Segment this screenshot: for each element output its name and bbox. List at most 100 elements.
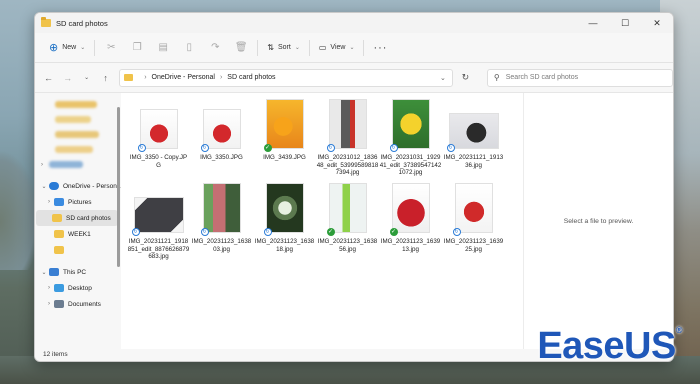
more-options-button[interactable]: ··· bbox=[367, 37, 393, 59]
sidebar-item-onedrive[interactable]: ⌄ OneDrive - Persona bbox=[35, 178, 121, 194]
sidebar-item-documents[interactable]: › Documents bbox=[35, 296, 121, 312]
file-tile[interactable]: ↻ IMG_20231123_163818.jpg bbox=[253, 181, 316, 265]
sync-pending-icon: ↻ bbox=[200, 228, 209, 236]
thumbnail-frame: ↻ bbox=[253, 181, 316, 236]
toolbar-divider bbox=[257, 39, 259, 56]
sort-icon: ⇅ bbox=[267, 43, 274, 52]
copy-button[interactable]: ❐ bbox=[124, 37, 150, 59]
photo-thumbnail bbox=[265, 99, 304, 149]
sidebar-item-desktop[interactable]: › Desktop bbox=[35, 280, 121, 296]
trash-icon: 🗑 bbox=[234, 42, 248, 53]
window-controls: — ☐ ✕ bbox=[577, 13, 673, 33]
chevron-down-icon[interactable]: ⌄ bbox=[440, 74, 446, 82]
file-tile[interactable]: ↻ IMG_3350.JPG bbox=[190, 97, 253, 181]
refresh-button[interactable]: ↻ bbox=[456, 69, 475, 87]
new-button[interactable]: ⊕ New ⌄ bbox=[43, 37, 91, 59]
chevron-down-icon[interactable]: ⌄ bbox=[39, 183, 49, 190]
thumbnail-frame: ↻ bbox=[127, 97, 190, 152]
folder-icon bbox=[124, 74, 134, 81]
thumbnail-frame: ✓ bbox=[316, 181, 379, 236]
folder-icon bbox=[54, 230, 64, 238]
view-button[interactable]: ▭ View ⌄ bbox=[313, 37, 361, 59]
share-button[interactable]: ↷ bbox=[202, 37, 228, 59]
file-tile[interactable]: ✓ IMG_20231123_163856.jpg bbox=[316, 181, 379, 265]
sidebar-item-unnamed-folder[interactable] bbox=[35, 242, 121, 258]
folder-icon bbox=[52, 214, 62, 222]
toolbar-divider bbox=[94, 39, 96, 56]
sidebar-item-label: Pictures bbox=[68, 198, 92, 206]
chevron-right-icon[interactable]: › bbox=[44, 301, 54, 307]
cloud-icon bbox=[49, 182, 59, 190]
sidebar-item-label: OneDrive - Persona bbox=[63, 182, 121, 190]
search-input[interactable]: ⚲ Search SD card photos bbox=[486, 68, 673, 87]
sync-pending-icon: ↻ bbox=[200, 144, 209, 152]
sync-pending-icon: ↻ bbox=[263, 228, 272, 236]
thumbnail-frame: ↻ bbox=[442, 97, 505, 152]
sidebar-item-label: Documents bbox=[68, 300, 101, 308]
available-checkmark-icon: ✓ bbox=[389, 228, 398, 236]
sync-pending-icon: ↻ bbox=[452, 228, 461, 236]
breadcrumb-onedrive[interactable]: OneDrive - Personal bbox=[152, 74, 215, 81]
recent-locations-button[interactable]: ⌄ bbox=[77, 68, 96, 88]
item-count: 12 items bbox=[43, 351, 68, 358]
thumbnail-frame: ✓ bbox=[379, 181, 442, 236]
pictures-folder-icon bbox=[54, 198, 64, 206]
back-button[interactable]: ← bbox=[39, 68, 58, 88]
thumbnail-frame: ↻ bbox=[379, 97, 442, 152]
copy-icon: ❐ bbox=[132, 42, 142, 53]
paste-button[interactable]: ▤ bbox=[150, 37, 176, 59]
minimize-button[interactable]: — bbox=[577, 13, 609, 33]
cut-button[interactable]: ✂ bbox=[98, 37, 124, 59]
chevron-down-icon[interactable]: ⌄ bbox=[39, 269, 49, 276]
file-tile[interactable]: ↻ IMG_3350 - Copy.JPG bbox=[127, 97, 190, 181]
up-button[interactable]: ↑ bbox=[96, 68, 115, 88]
close-button[interactable]: ✕ bbox=[641, 13, 673, 33]
share-icon: ↷ bbox=[211, 42, 220, 53]
file-name: IMG_20231012_183648_edit_539995898187394… bbox=[316, 154, 379, 177]
rename-icon: ▯ bbox=[186, 42, 193, 53]
available-checkmark-icon: ✓ bbox=[263, 144, 272, 152]
breadcrumb-sd-card-photos[interactable]: SD card photos bbox=[227, 74, 275, 81]
sync-pending-icon: ↻ bbox=[326, 144, 335, 152]
chevron-right-icon[interactable]: › bbox=[44, 199, 54, 205]
sort-button[interactable]: ⇅ Sort ⌄ bbox=[261, 37, 306, 59]
rename-button[interactable]: ▯ bbox=[176, 37, 202, 59]
blurred-item bbox=[35, 127, 121, 142]
sidebar-item-label: Desktop bbox=[68, 284, 92, 292]
file-tile[interactable]: ✓ IMG_20231123_163913.jpg bbox=[379, 181, 442, 265]
preview-pane: Select a file to preview. bbox=[523, 93, 673, 349]
easeus-logo: EaseUS® bbox=[537, 325, 682, 367]
chevron-right-icon[interactable]: › bbox=[44, 285, 54, 291]
available-checkmark-icon: ✓ bbox=[326, 228, 335, 236]
sidebar-item-sd-card-photos[interactable]: SD card photos bbox=[36, 210, 118, 226]
delete-button[interactable]: 🗑 bbox=[228, 37, 254, 59]
computer-icon bbox=[49, 268, 59, 276]
file-list: ↻ IMG_3350 - Copy.JPG ↻ IMG_3350.JPG ✓ IMG_34… bbox=[121, 93, 523, 349]
sync-pending-icon: ↻ bbox=[131, 228, 140, 236]
sidebar-item-pictures[interactable]: › Pictures bbox=[35, 194, 121, 210]
file-name: IMG_20231123_163913.jpg bbox=[380, 238, 441, 253]
file-tile[interactable]: ↻ IMG_20231031_192941_edit_37389547142107… bbox=[379, 97, 442, 181]
main-content: › ⌄ OneDrive - Persona › Pictures SD car… bbox=[35, 93, 673, 349]
file-tile[interactable]: ↻ IMG_20231123_163925.jpg bbox=[442, 181, 505, 265]
file-tile[interactable]: ↻ IMG_20231012_183648_edit_53999589818739… bbox=[316, 97, 379, 181]
file-tile[interactable]: ✓ IMG_3439.JPG bbox=[253, 97, 316, 181]
file-tile[interactable]: ↻ IMG_20231123_163803.jpg bbox=[190, 181, 253, 265]
sidebar-scrollbar[interactable] bbox=[117, 107, 120, 267]
sidebar-item-label: SD card photos bbox=[66, 214, 111, 222]
window-title: SD card photos bbox=[56, 18, 108, 28]
forward-button[interactable]: → bbox=[58, 68, 77, 88]
blurred-item bbox=[35, 97, 121, 112]
sidebar-item-this-pc[interactable]: ⌄ This PC bbox=[35, 264, 121, 280]
file-tile[interactable]: ↻ IMG_20231121_1918851_edit_8876626879683… bbox=[127, 181, 190, 265]
chevron-right-icon: › bbox=[219, 74, 223, 81]
file-name: IMG_20231121_191336.jpg bbox=[443, 154, 504, 169]
address-bar[interactable]: › OneDrive - Personal › SD card photos ⌄ bbox=[119, 68, 453, 87]
search-icon: ⚲ bbox=[493, 73, 500, 82]
file-name: IMG_20231121_1918851_edit_8876626879683.… bbox=[127, 238, 190, 261]
sidebar-item-week1[interactable]: WEEK1 bbox=[35, 226, 121, 242]
maximize-button[interactable]: ☐ bbox=[609, 13, 641, 33]
file-name: IMG_20231123_163803.jpg bbox=[191, 238, 252, 253]
file-tile[interactable]: ↻ IMG_20231121_191336.jpg bbox=[442, 97, 505, 181]
photo-thumbnail bbox=[202, 109, 241, 149]
